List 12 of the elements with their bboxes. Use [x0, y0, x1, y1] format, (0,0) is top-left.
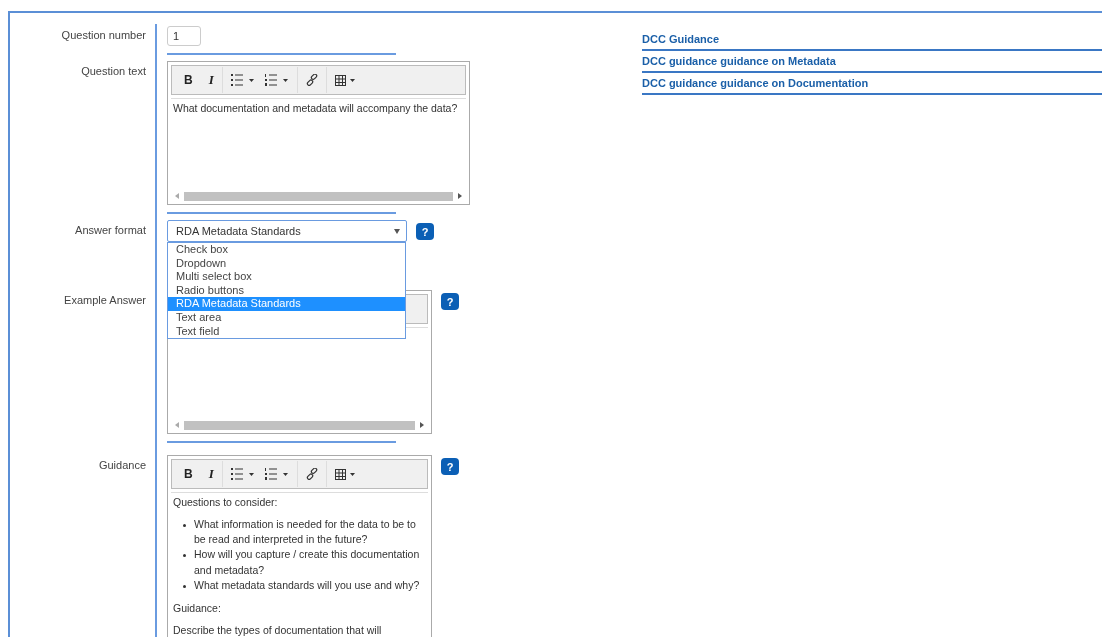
field-label: Answer format — [75, 224, 146, 236]
editor-paragraph: Questions to consider: — [173, 495, 279, 509]
field-label: Question text — [81, 65, 146, 77]
editor-paragraph: What documentation and metadata will accompany the data? — [173, 101, 459, 115]
field-label: Example Answer — [64, 294, 146, 306]
list-item: What information is needed for the data to be to be read and interpreted in the future? — [183, 517, 426, 548]
field-label: Guidance — [98, 459, 146, 471]
editor-paragraph: Describe the types of documentation that will — [173, 623, 383, 637]
editor-paragraph: Guidance: — [173, 601, 222, 615]
list-item: What metadata standards will you use and why? — [183, 577, 426, 593]
list-item: How will you capture / create this documentation and metadata? — [183, 547, 426, 578]
field-label: Question number — [61, 29, 146, 41]
